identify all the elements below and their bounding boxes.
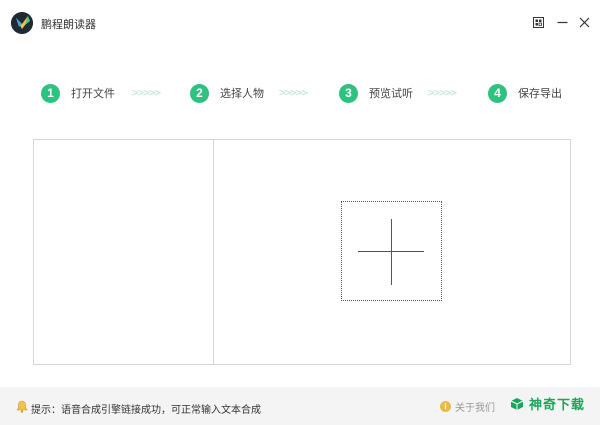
step-open-file[interactable]: 1 打开文件 (41, 80, 115, 106)
step-label: 打开文件 (71, 88, 115, 100)
step-save-export[interactable]: 4 保存导出 (488, 80, 562, 106)
about-us-link[interactable]: i 关于我们 (440, 399, 495, 414)
step-label: 选择人物 (220, 88, 264, 100)
step-indicator: 1 打开文件 >>>>> 2 选择人物 >>>>> 3 预览试听 >>>>> 4… (0, 80, 600, 106)
title-bar: 鹏程朗读器 (0, 0, 600, 46)
file-list-panel[interactable] (34, 140, 214, 364)
info-icon: i (440, 401, 451, 412)
step-preview-listen[interactable]: 3 预览试听 (339, 80, 413, 106)
status-bar: 提示：语音合成引擎链接成功，可正常输入文本合成 i 关于我们 神奇下载 (0, 387, 600, 425)
bell-icon (16, 400, 28, 413)
step-separator-arrows: >>>>> (279, 86, 308, 99)
add-file-button[interactable] (341, 201, 442, 301)
app-logo-icon (11, 12, 33, 34)
watermark-logo: 神奇下载 (509, 394, 585, 413)
step-number-badge: 2 (190, 83, 209, 103)
close-icon[interactable] (576, 14, 592, 30)
step-number-badge: 3 (339, 83, 358, 103)
step-number-badge: 1 (41, 83, 60, 103)
workspace-panel (33, 139, 571, 365)
plus-icon (391, 219, 392, 285)
app-title: 鹏程朗读器 (41, 19, 96, 31)
step-label: 保存导出 (518, 88, 562, 100)
watermark-box-icon (510, 397, 524, 410)
about-us-label: 关于我们 (455, 403, 495, 414)
step-label: 预览试听 (369, 88, 413, 100)
status-tip-text: 提示：语音合成引擎链接成功，可正常输入文本合成 (31, 405, 261, 416)
step-separator-arrows: >>>>> (428, 86, 457, 99)
skin-grid-icon[interactable] (530, 14, 546, 30)
step-separator-arrows: >>>>> (132, 86, 161, 99)
step-select-voice[interactable]: 2 选择人物 (190, 80, 264, 106)
minimize-icon[interactable] (554, 14, 570, 30)
watermark-text: 神奇下载 (529, 397, 586, 412)
step-number-badge: 4 (488, 83, 507, 103)
